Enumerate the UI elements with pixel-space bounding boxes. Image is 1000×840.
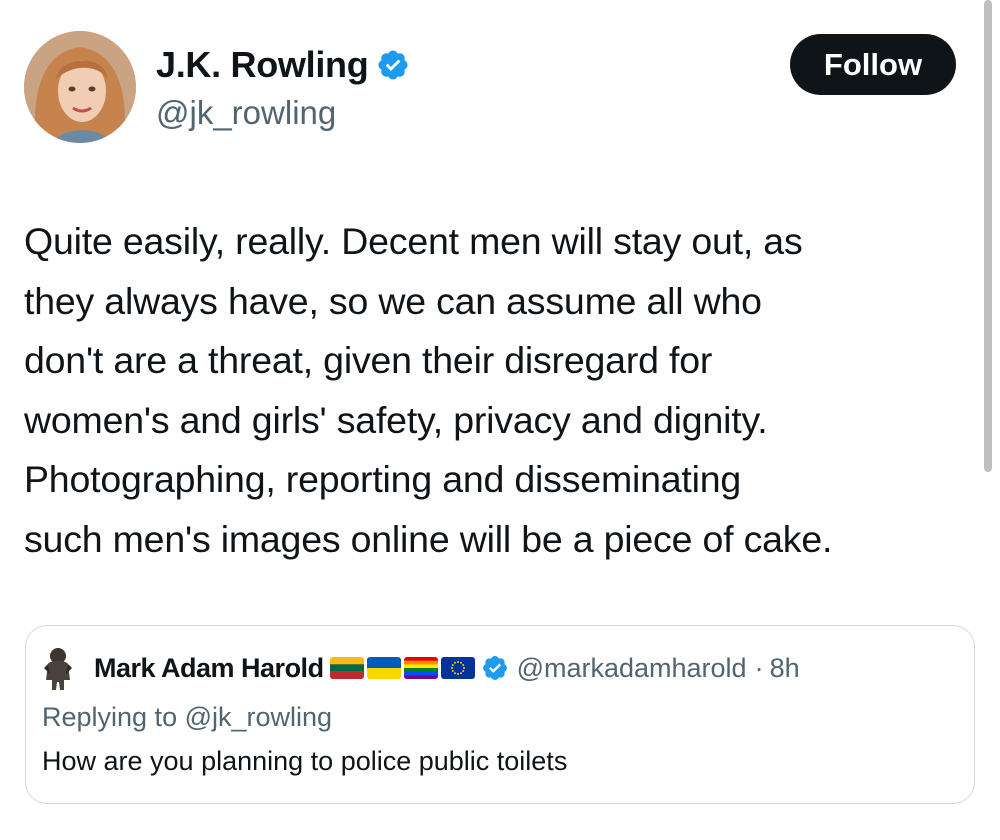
eu-flag-icon — [440, 657, 475, 679]
ukraine-flag-icon — [366, 657, 401, 679]
author-display-name[interactable]: J.K. Rowling — [156, 42, 369, 88]
author-handle[interactable]: @jk_rowling — [156, 92, 336, 134]
quoted-author-avatar[interactable] — [40, 646, 76, 690]
verified-badge-icon — [378, 50, 408, 80]
scrollbar[interactable] — [984, 0, 992, 472]
quoted-text: How are you planning to police public to… — [42, 746, 568, 776]
quoted-handle[interactable]: @markadamharold — [517, 653, 747, 684]
flag-emojis — [329, 657, 475, 679]
quoted-header-row: Mark Adam Harold @markadamharold · 8h — [94, 651, 800, 685]
separator-dot: · — [754, 652, 764, 683]
lithuania-flag-icon — [329, 657, 364, 679]
rainbow-flag-icon — [403, 657, 438, 679]
follow-button[interactable]: Follow — [790, 34, 956, 95]
quoted-tweet-card[interactable]: Mark Adam Harold @markadamharold · 8h Re… — [25, 625, 975, 804]
quoted-timestamp[interactable]: 8h — [770, 653, 800, 684]
author-name-row: J.K. Rowling — [156, 42, 410, 88]
author-avatar[interactable] — [24, 31, 136, 143]
quoted-display-name[interactable]: Mark Adam Harold — [94, 653, 324, 684]
tweet-text: Quite easily, really. Decent men will st… — [24, 220, 833, 560]
quoted-verified-badge-icon — [482, 656, 507, 680]
replying-to: Replying to @jk_rowling — [42, 702, 333, 732]
